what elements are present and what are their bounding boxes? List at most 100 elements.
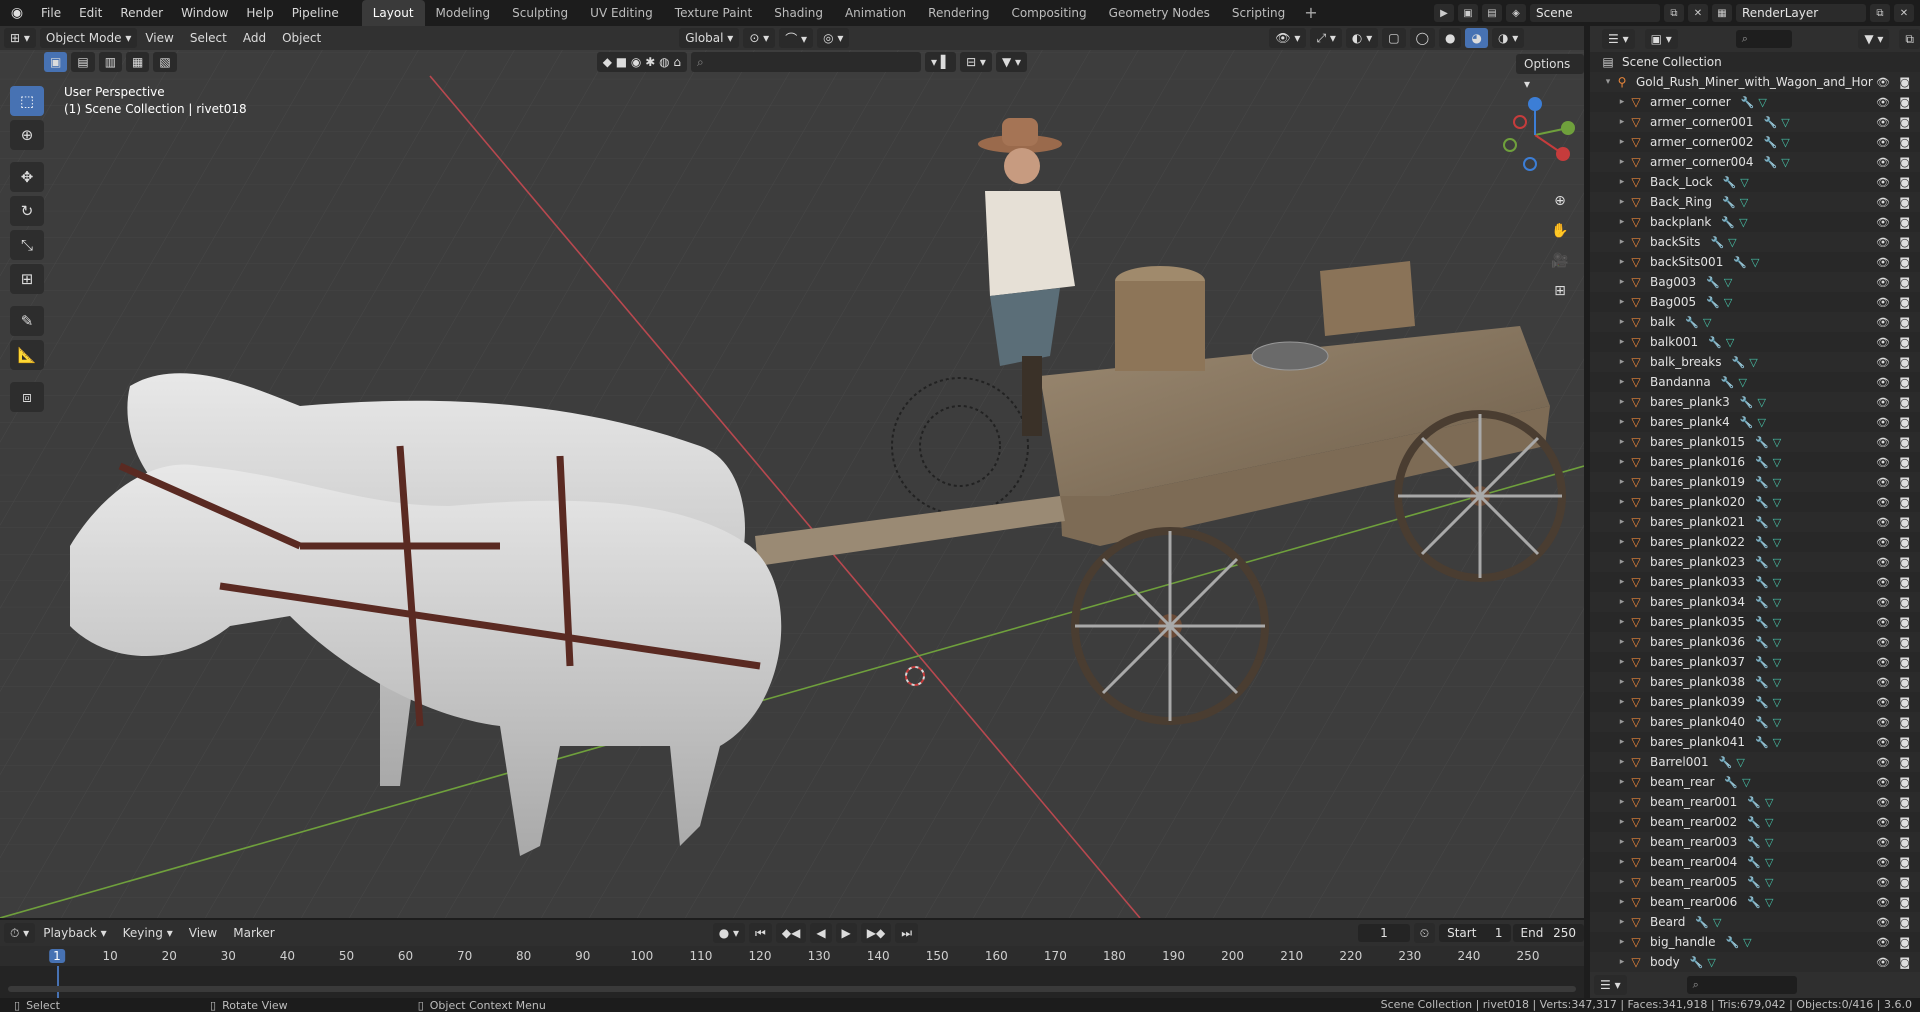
outliner-row[interactable]: ▸ ▽ Bag003 🔧 ▽ 👁 ◙ bbox=[1590, 272, 1920, 292]
camera-icon[interactable]: ◙ bbox=[1899, 756, 1910, 769]
expand-arrow-icon[interactable]: ▸ bbox=[1616, 217, 1628, 227]
rear-wheel[interactable] bbox=[1394, 410, 1566, 582]
outliner-row[interactable]: ▸ ▽ bares_plank034 🔧 ▽ 👁 ◙ bbox=[1590, 592, 1920, 612]
mesh-data-icon[interactable]: ▽ bbox=[1773, 476, 1781, 489]
menu-playback[interactable]: Playback ▾ bbox=[35, 926, 114, 940]
gizmo-x-axis[interactable] bbox=[1556, 147, 1570, 161]
eye-icon[interactable]: 👁 bbox=[1876, 596, 1890, 609]
outliner-row[interactable]: ▸ ▽ Bandanna 🔧 ▽ 👁 ◙ bbox=[1590, 372, 1920, 392]
eye-icon[interactable]: 👁 bbox=[1876, 676, 1890, 689]
modifier-wrench-icon[interactable]: 🔧 bbox=[1747, 816, 1761, 829]
menu-object[interactable]: Object bbox=[274, 31, 329, 45]
gold-pan[interactable] bbox=[1251, 341, 1329, 371]
camera-icon[interactable]: ◙ bbox=[1899, 96, 1910, 109]
modifier-wrench-icon[interactable]: 🔧 bbox=[1755, 676, 1769, 689]
new-collection-icon[interactable]: ⧉ bbox=[1899, 29, 1920, 49]
mesh-data-icon[interactable]: ▽ bbox=[1773, 696, 1781, 709]
view-layer-icon[interactable]: ▦ bbox=[1712, 4, 1732, 22]
new-scene-icon[interactable]: ⧉ bbox=[1664, 4, 1684, 22]
prev-key-icon[interactable]: ◆◀ bbox=[775, 923, 807, 943]
eye-icon[interactable]: 👁 bbox=[1876, 476, 1890, 489]
add-cube-tool-icon[interactable]: ⧈ bbox=[10, 382, 44, 412]
start-frame-field[interactable]: Start 1 bbox=[1439, 924, 1511, 942]
expand-arrow-icon[interactable]: ▸ bbox=[1616, 457, 1628, 467]
camera-icon[interactable]: ◙ bbox=[1899, 516, 1910, 529]
modifier-wrench-icon[interactable]: 🔧 bbox=[1747, 836, 1761, 849]
select-box-new-icon[interactable]: ▣ bbox=[44, 52, 68, 72]
eye-icon[interactable]: 👁 bbox=[1876, 536, 1890, 549]
mesh-data-icon[interactable]: ▽ bbox=[1757, 396, 1765, 409]
front-wheel[interactable] bbox=[1071, 527, 1269, 725]
move-tool-icon[interactable]: ✥ bbox=[10, 162, 44, 192]
camera-icon[interactable]: ◙ bbox=[1899, 576, 1910, 589]
navigation-gizmo[interactable] bbox=[1490, 90, 1580, 180]
eye-icon[interactable]: 👁 bbox=[1876, 716, 1890, 729]
modifier-wrench-icon[interactable]: 🔧 bbox=[1721, 216, 1735, 229]
options-button[interactable]: Options ▾ bbox=[1516, 54, 1584, 91]
expand-arrow-icon[interactable]: ▸ bbox=[1616, 677, 1628, 687]
modifier-wrench-icon[interactable]: 🔧 bbox=[1755, 536, 1769, 549]
transform-tool-icon[interactable]: ⊞ bbox=[10, 264, 44, 294]
camera-view-icon[interactable]: 🎥 bbox=[1546, 248, 1574, 274]
modifier-wrench-icon[interactable]: 🔧 bbox=[1695, 916, 1709, 929]
outliner-row[interactable]: ▸ ▽ beam_rear004 🔧 ▽ 👁 ◙ bbox=[1590, 852, 1920, 872]
mesh-data-icon[interactable]: ▽ bbox=[1738, 376, 1746, 389]
expand-arrow-icon[interactable]: ▸ bbox=[1616, 277, 1628, 287]
jump-end-icon[interactable]: ⏭ bbox=[895, 923, 919, 943]
camera-icon[interactable]: ◙ bbox=[1899, 876, 1910, 889]
camera-icon[interactable]: ◙ bbox=[1899, 196, 1910, 209]
modifier-wrench-icon[interactable]: 🔧 bbox=[1755, 436, 1769, 449]
record-icon[interactable]: ● ▾ bbox=[712, 923, 746, 943]
camera-icon[interactable]: ◙ bbox=[1899, 276, 1910, 289]
eye-icon[interactable]: 👁 bbox=[1876, 916, 1890, 929]
mesh-data-icon[interactable]: ▽ bbox=[1751, 256, 1759, 269]
camera-icon[interactable]: ◙ bbox=[1899, 556, 1910, 569]
expand-arrow-icon[interactable]: ▸ bbox=[1616, 337, 1628, 347]
camera-icon[interactable]: ◙ bbox=[1899, 176, 1910, 189]
camera-icon[interactable]: ◙ bbox=[1899, 536, 1910, 549]
mesh-data-icon[interactable]: ▽ bbox=[1713, 916, 1721, 929]
mesh-data-icon[interactable]: ▽ bbox=[1724, 296, 1732, 309]
camera-icon[interactable]: ◙ bbox=[1899, 396, 1910, 409]
expand-arrow-icon[interactable]: ▸ bbox=[1616, 477, 1628, 487]
select-box-subtract-icon[interactable]: ▥ bbox=[98, 52, 123, 72]
tab-scripting[interactable]: Scripting bbox=[1221, 0, 1296, 26]
modifier-wrench-icon[interactable]: 🔧 bbox=[1731, 356, 1745, 369]
select-box-intersect-icon[interactable]: ▧ bbox=[153, 52, 177, 72]
eye-icon[interactable]: 👁 bbox=[1876, 556, 1890, 569]
mesh-data-icon[interactable]: ▽ bbox=[1773, 736, 1781, 749]
eye-icon[interactable]: 👁 bbox=[1876, 176, 1890, 189]
camera-icon[interactable]: ◙ bbox=[1899, 676, 1910, 689]
camera-icon[interactable]: ◙ bbox=[1899, 296, 1910, 309]
camera-icon[interactable]: ◙ bbox=[1899, 256, 1910, 269]
zoom-icon[interactable]: ⊕ bbox=[1546, 188, 1574, 214]
menu-help[interactable]: Help bbox=[237, 0, 282, 26]
mode-selector[interactable]: Object Mode ▾ bbox=[39, 28, 138, 48]
tab-compositing[interactable]: Compositing bbox=[1000, 0, 1097, 26]
ortho-grid-icon[interactable]: ⊞ bbox=[1546, 278, 1574, 304]
filter-icons[interactable]: ◆ ■ ◉ ✱ ◍ ⌂ bbox=[596, 52, 687, 72]
modifier-wrench-icon[interactable]: 🔧 bbox=[1747, 856, 1761, 869]
mesh-data-icon[interactable]: ▽ bbox=[1773, 616, 1781, 629]
select-box-tool-icon[interactable]: ⬚ bbox=[10, 86, 44, 116]
camera-icon[interactable]: ◙ bbox=[1899, 416, 1910, 429]
expand-arrow-icon[interactable]: ▸ bbox=[1616, 197, 1628, 207]
camera-icon[interactable]: ◙ bbox=[1899, 836, 1910, 849]
eye-icon[interactable]: 👁 bbox=[1876, 416, 1890, 429]
expand-arrow-icon[interactable]: ▸ bbox=[1616, 297, 1628, 307]
mesh-data-icon[interactable]: ▽ bbox=[1765, 796, 1773, 809]
mesh-data-icon[interactable]: ▽ bbox=[1765, 876, 1773, 889]
mesh-data-icon[interactable]: ▽ bbox=[1724, 276, 1732, 289]
tab-geometry-nodes[interactable]: Geometry Nodes bbox=[1098, 0, 1221, 26]
select-box-invert-icon[interactable]: ▦ bbox=[126, 52, 150, 72]
pivot-icon[interactable]: ⊙ ▾ bbox=[743, 28, 776, 48]
outliner-row[interactable]: ▸ ▽ backplank 🔧 ▽ 👁 ◙ bbox=[1590, 212, 1920, 232]
render-layer-selector[interactable]: RenderLayer bbox=[1736, 4, 1866, 22]
modifier-wrench-icon[interactable]: 🔧 bbox=[1755, 656, 1769, 669]
expand-arrow-icon[interactable]: ▸ bbox=[1616, 577, 1628, 587]
modifier-wrench-icon[interactable]: 🔧 bbox=[1755, 576, 1769, 589]
mesh-data-icon[interactable]: ▽ bbox=[1773, 456, 1781, 469]
menu-window[interactable]: Window bbox=[172, 0, 237, 26]
timeline-track[interactable] bbox=[0, 966, 1584, 998]
expand-arrow-icon[interactable]: ▸ bbox=[1616, 417, 1628, 427]
